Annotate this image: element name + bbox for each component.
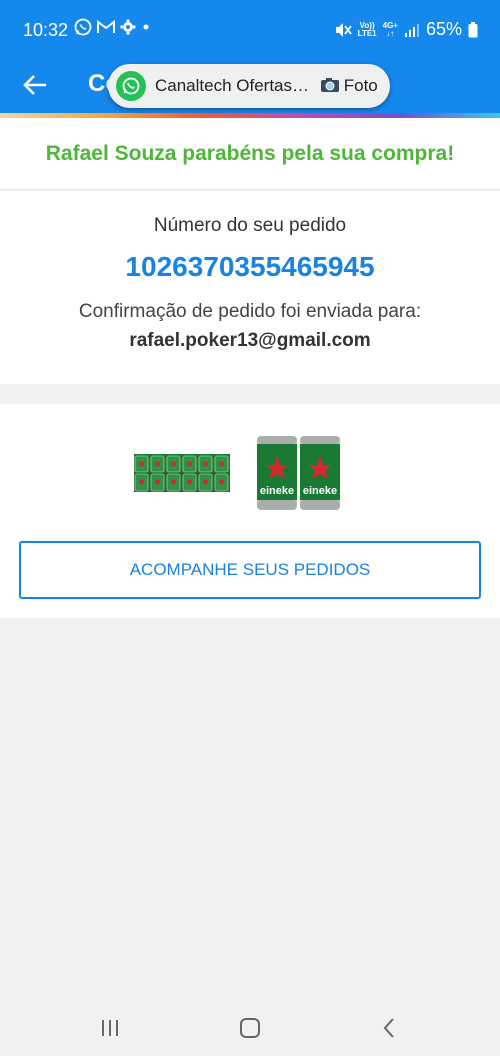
home-icon[interactable]	[238, 1016, 262, 1040]
keg-label: eineke	[260, 485, 294, 497]
whatsapp-icon	[116, 71, 146, 101]
battery-icon	[468, 21, 478, 37]
back-nav-icon[interactable]	[378, 1016, 402, 1040]
status-bar: 10:32 Vo)) LTE1 4G+ ↓↑ 65%	[0, 0, 500, 60]
signal-icon	[404, 23, 419, 37]
camera-icon	[320, 78, 339, 92]
products-card: eineke eineke ACOMPANHE SEUS PEDIDOS	[0, 404, 500, 618]
system-nav-bar	[0, 1000, 500, 1056]
dot-icon	[143, 24, 149, 30]
congrats-text: Rafael Souza parabéns pela sua compra!	[45, 141, 455, 165]
battery-percent: 65%	[425, 19, 462, 39]
keg-label: eineke	[303, 485, 337, 497]
order-number: 1026370355465945	[125, 251, 375, 282]
volte-indicator: Vo)) LTE1	[357, 20, 377, 38]
whatsapp-status-icon	[74, 18, 92, 36]
status-time: 10:32	[23, 20, 69, 40]
confirmation-text: Confirmação de pedido foi enviada para:	[78, 301, 422, 322]
status-left-icons	[74, 18, 151, 36]
order-number-label: Número do seu pedido	[153, 215, 347, 236]
congrats-banner: Rafael Souza parabéns pela sua compra!	[0, 118, 500, 190]
gear-icon	[120, 19, 136, 35]
mute-icon	[335, 22, 352, 37]
beer-cans-product-image	[134, 454, 230, 492]
confirmation-email: rafael.poker13@gmail.com	[129, 330, 371, 351]
notification-text: Canaltech Ofertas… Foto	[155, 76, 378, 95]
recent-apps-icon[interactable]	[98, 1016, 122, 1040]
back-arrow-icon[interactable]	[22, 72, 48, 98]
status-right-icons: Vo)) LTE1 4G+ ↓↑ 65%	[334, 19, 478, 40]
track-orders-button[interactable]: ACOMPANHE SEUS PEDIDOS	[19, 541, 481, 599]
notification-pill[interactable]: Canaltech Ofertas… Foto	[108, 64, 390, 108]
gmail-icon	[97, 20, 115, 33]
network-type-indicator: 4G+ ↓↑	[382, 20, 398, 38]
order-info-card: Número do seu pedido 1026370355465945 Co…	[0, 191, 500, 384]
product-images: eineke eineke	[134, 436, 340, 510]
beer-kegs-product-image: eineke eineke	[257, 436, 340, 510]
